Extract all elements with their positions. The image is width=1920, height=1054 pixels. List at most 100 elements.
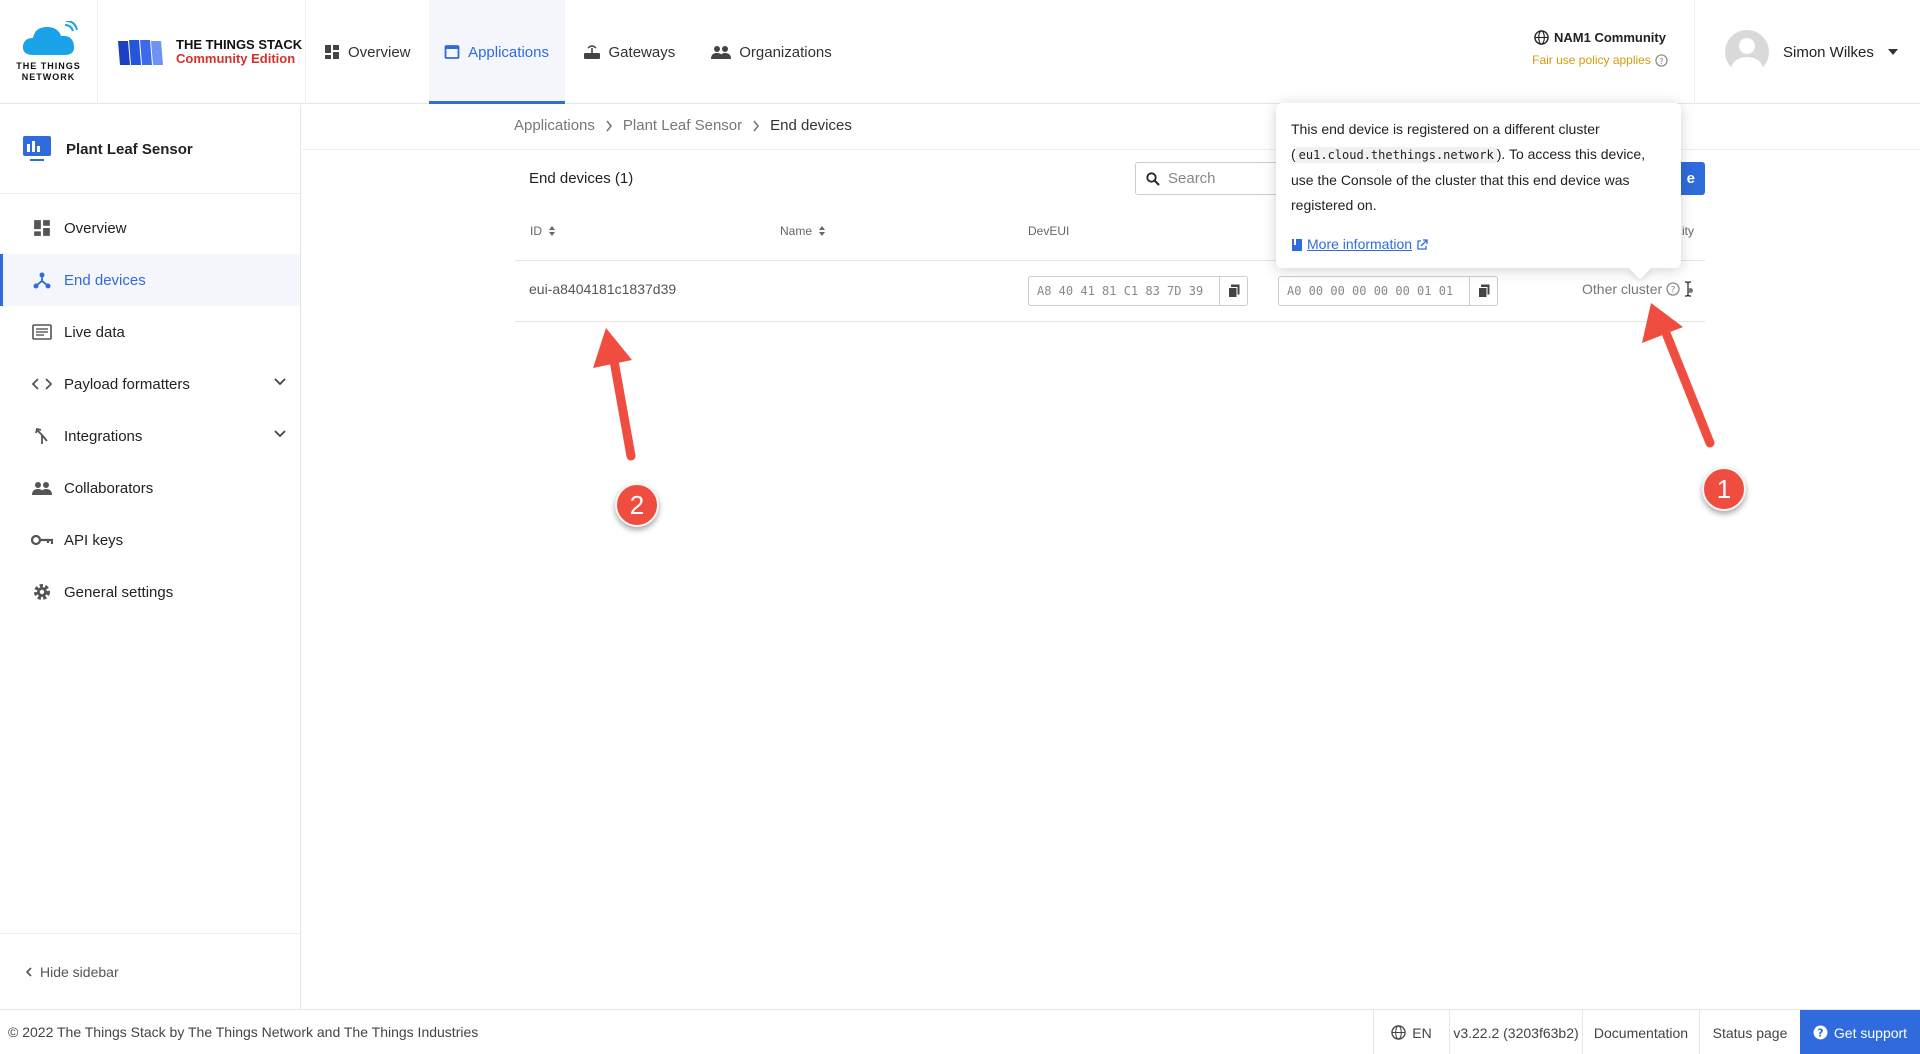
language-label: EN xyxy=(1412,1024,1432,1041)
sidebar-item-label: Integrations xyxy=(64,427,143,445)
tooltip-line3: use the Console of the cluster that this… xyxy=(1291,172,1630,188)
list-icon xyxy=(30,324,54,340)
documentation-link[interactable]: Documentation xyxy=(1582,1010,1699,1054)
arrow-1-icon xyxy=(1642,303,1715,448)
join-eui-value: A0 00 00 00 00 00 01 01 xyxy=(1287,284,1454,298)
avatar xyxy=(1725,30,1769,74)
status-dot xyxy=(1688,288,1693,293)
nav-gateways[interactable]: Gateways xyxy=(565,0,694,104)
tooltip-line4: registered on. xyxy=(1291,197,1377,213)
status-page-link[interactable]: Status page xyxy=(1699,1010,1800,1054)
gear-icon xyxy=(30,582,54,602)
sidebar-item-api-keys[interactable]: API keys xyxy=(0,514,300,566)
nav-gateways-label: Gateways xyxy=(608,43,676,61)
cloud-logo-icon xyxy=(22,21,78,55)
more-information-link[interactable]: More information xyxy=(1291,232,1666,257)
help-circle-icon[interactable]: ? xyxy=(1666,282,1680,296)
search-input[interactable]: Search xyxy=(1135,162,1285,195)
column-deveui-label: DevEUI xyxy=(1028,224,1070,238)
sidebar-item-end-devices[interactable]: End devices xyxy=(0,254,300,306)
people-icon xyxy=(711,45,732,59)
nav-overview[interactable]: Overview xyxy=(306,0,429,104)
nav-applications-label: Applications xyxy=(468,43,549,61)
stack-logo[interactable]: THE THINGS STACK Community Edition xyxy=(98,0,306,104)
nav-applications[interactable]: Applications xyxy=(428,0,565,104)
sidebar-item-label: End devices xyxy=(64,271,146,289)
breadcrumb-applications[interactable]: Applications xyxy=(514,117,595,134)
main-nav: Overview Applications Gateways Organizat… xyxy=(306,0,850,104)
language-selector[interactable]: EN xyxy=(1373,1010,1449,1054)
more-information-label: More information xyxy=(1307,236,1413,252)
sidebar-item-label: Overview xyxy=(64,219,127,237)
key-icon xyxy=(30,534,54,546)
sidebar-item-integrations[interactable]: Integrations xyxy=(0,410,300,462)
sidebar-item-label: General settings xyxy=(64,583,174,601)
hide-sidebar-label: Hide sidebar xyxy=(40,963,119,980)
sidebar-item-live-data[interactable]: Live data xyxy=(0,306,300,358)
column-deveui: DevEUI xyxy=(1028,224,1069,238)
sidebar-item-label: Payload formatters xyxy=(64,375,190,393)
application-monitor-icon xyxy=(23,136,51,161)
documentation-label: Documentation xyxy=(1593,1024,1689,1041)
breadcrumb-application[interactable]: Plant Leaf Sensor xyxy=(623,117,742,134)
sidebar-item-label: Live data xyxy=(64,323,125,341)
sidebar-item-payload-formatters[interactable]: Payload formatters xyxy=(0,358,300,410)
external-link-icon xyxy=(1417,238,1428,250)
search-icon xyxy=(1146,171,1160,186)
copy-button[interactable] xyxy=(1469,277,1497,305)
copyright: © 2022 The Things Stack by The Things Ne… xyxy=(8,1024,479,1040)
version: v3.22.2 (3203f63b2) xyxy=(1449,1010,1582,1054)
user-name: Simon Wilkes xyxy=(1783,43,1874,61)
table-row-divider xyxy=(515,321,1705,322)
sidebar-item-collaborators[interactable]: Collaborators xyxy=(0,462,300,514)
copy-button[interactable] xyxy=(1219,277,1247,305)
other-cluster-tooltip: This end device is registered on a diffe… xyxy=(1276,103,1681,268)
user-menu[interactable]: Simon Wilkes xyxy=(1694,0,1920,104)
sort-icon xyxy=(819,226,826,236)
ttn-logo[interactable]: THE THINGS NETWORK xyxy=(0,0,98,104)
hide-sidebar-button[interactable]: Hide sidebar xyxy=(0,933,300,1009)
application-icon xyxy=(444,44,460,60)
chevron-left-icon xyxy=(25,966,32,977)
status-label: Other cluster xyxy=(1582,281,1663,297)
book-icon xyxy=(1292,238,1302,251)
globe-icon xyxy=(1534,30,1549,45)
tooltip-open-paren: ( xyxy=(1291,146,1296,162)
annotation-marker-1: 1 xyxy=(1702,467,1746,511)
sidebar-item-label: API keys xyxy=(64,531,124,549)
chevron-down-icon[interactable] xyxy=(274,430,286,438)
cluster-info[interactable]: NAM1 Community Fair use policy applies ? xyxy=(1520,30,1680,67)
add-end-device-label: e xyxy=(1686,170,1695,187)
column-activity: ity xyxy=(1682,224,1694,238)
sort-icon xyxy=(549,226,555,236)
help-icon: ? xyxy=(1813,1025,1828,1040)
annotation-marker-2: 2 xyxy=(615,483,659,527)
svg-text:?: ? xyxy=(1659,55,1663,65)
chevron-down-icon[interactable] xyxy=(274,378,286,386)
svg-text:?: ? xyxy=(1671,286,1676,296)
cluster-name: NAM1 Community xyxy=(1554,30,1666,45)
sidebar-app-header[interactable]: Plant Leaf Sensor xyxy=(0,105,300,194)
sidebar-item-general-settings[interactable]: General settings xyxy=(0,566,300,618)
column-name-label: Name xyxy=(780,224,813,238)
sidebar-item-overview[interactable]: Overview xyxy=(0,202,300,254)
status-other-cluster[interactable]: Other cluster ? xyxy=(1582,281,1692,297)
column-id[interactable]: ID xyxy=(530,224,556,238)
device-id[interactable]: eui-a8404181c1837d39 xyxy=(529,281,676,297)
arrow-2-icon xyxy=(593,328,636,461)
status-page-label: Status page xyxy=(1712,1024,1788,1041)
chevron-right-icon xyxy=(753,120,760,131)
tooltip-cluster-code: eu1.cloud.thethings.network xyxy=(1295,147,1497,163)
get-support-button[interactable]: ? Get support xyxy=(1800,1010,1920,1054)
column-id-label: ID xyxy=(530,224,542,238)
get-support-label: Get support xyxy=(1833,1024,1908,1041)
sidebar-item-label: Collaborators xyxy=(64,479,154,497)
column-name[interactable]: Name xyxy=(780,224,826,238)
ttn-logo-line2: NETWORK xyxy=(21,72,76,82)
caret-down-icon xyxy=(1887,49,1898,55)
app-name: Plant Leaf Sensor xyxy=(66,140,193,158)
nav-organizations[interactable]: Organizations xyxy=(693,0,850,104)
fair-use-link[interactable]: Fair use policy applies xyxy=(1532,53,1651,67)
chevron-right-icon xyxy=(606,120,612,131)
stack-edition: Community Edition xyxy=(176,51,296,66)
